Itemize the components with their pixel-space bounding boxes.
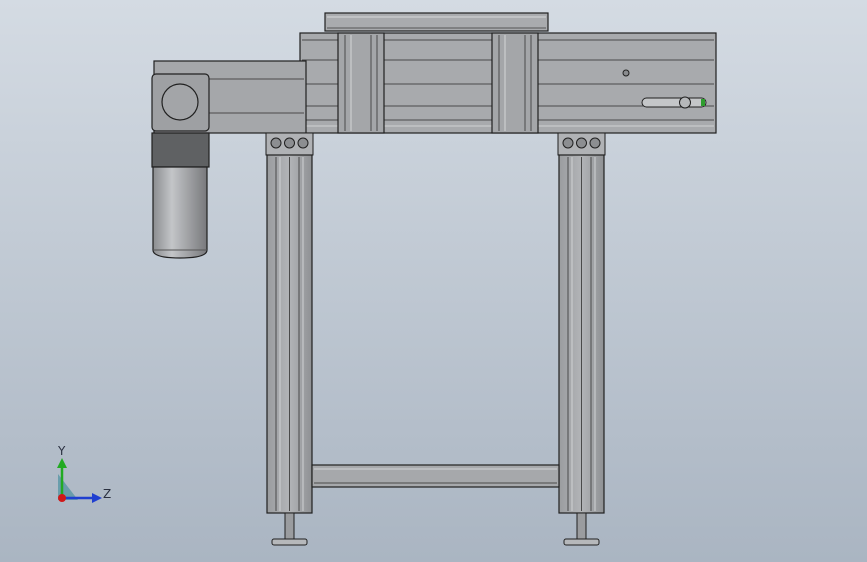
- x-axis-dot: [58, 494, 66, 502]
- z-axis-label: Z: [103, 487, 111, 501]
- leveling-foot-left[interactable]: [271, 512, 308, 546]
- lower-crossbar[interactable]: [311, 464, 560, 488]
- y-axis-arrow-icon: [57, 458, 67, 468]
- model-view: Y Z: [57, 12, 717, 546]
- orientation-triad[interactable]: Y Z: [57, 444, 111, 503]
- mount-hole: [622, 69, 630, 77]
- motor-body[interactable]: [152, 166, 208, 259]
- cad-viewport[interactable]: Y Z: [0, 0, 867, 562]
- y-axis-label: Y: [57, 444, 66, 458]
- carriage-block-right[interactable]: [491, 32, 539, 134]
- leg-right[interactable]: [557, 132, 606, 514]
- carriage-block-left[interactable]: [337, 32, 385, 134]
- gearbox-block[interactable]: [151, 73, 210, 132]
- leveling-foot-right[interactable]: [563, 512, 600, 546]
- leg-left[interactable]: [265, 132, 314, 514]
- top-plate[interactable]: [324, 12, 549, 32]
- motor-flange[interactable]: [151, 132, 210, 168]
- sensor-indicator: [701, 99, 705, 106]
- z-axis-arrow-icon: [92, 493, 102, 503]
- limit-switch-slot[interactable]: [641, 96, 707, 109]
